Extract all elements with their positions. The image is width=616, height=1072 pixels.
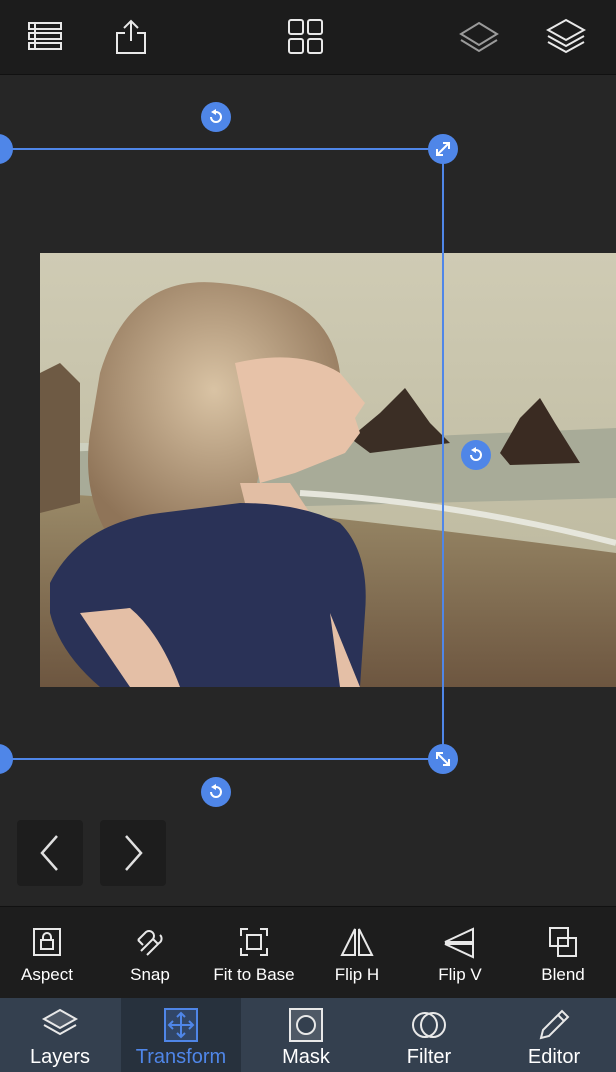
photo-layer[interactable] bbox=[40, 253, 616, 687]
snap-label: Snap bbox=[130, 965, 170, 984]
resize-handle-top-left[interactable] bbox=[0, 134, 13, 164]
magnet-icon bbox=[133, 925, 167, 959]
tab-filter[interactable]: Filter bbox=[369, 998, 489, 1072]
snap-button[interactable]: Snap bbox=[100, 907, 200, 999]
selection-right-edge bbox=[442, 149, 444, 759]
tab-mask[interactable]: Mask bbox=[246, 998, 366, 1072]
selection-bottom-edge bbox=[0, 758, 443, 760]
grid-icon[interactable] bbox=[286, 17, 326, 57]
flip-h-button[interactable]: Flip H bbox=[307, 907, 407, 999]
fit-to-base-button[interactable]: Fit to Base bbox=[204, 907, 304, 999]
flip-v-button[interactable]: Flip V bbox=[410, 907, 510, 999]
rotate-handle-right[interactable] bbox=[461, 440, 491, 470]
mask-icon bbox=[287, 1006, 325, 1044]
rotate-handle-bottom[interactable] bbox=[201, 777, 231, 807]
tab-layers-label: Layers bbox=[29, 1046, 91, 1068]
selection-top-edge bbox=[0, 148, 443, 150]
blend-label: Blend bbox=[541, 965, 585, 984]
bottom-tab-bar: Layers Transform Mask Filter Editor bbox=[0, 998, 616, 1072]
blend-button[interactable]: Blend bbox=[513, 907, 613, 999]
tab-editor[interactable]: Editor bbox=[494, 998, 614, 1072]
tab-transform[interactable]: Transform bbox=[121, 998, 241, 1072]
blend-icon bbox=[546, 925, 580, 959]
tab-filter-label: Filter bbox=[406, 1046, 452, 1068]
tab-layers[interactable]: Layers bbox=[0, 998, 120, 1072]
resize-handle-bottom-left[interactable] bbox=[0, 744, 13, 774]
chevron-right-icon bbox=[125, 835, 143, 871]
list-icon[interactable] bbox=[25, 17, 65, 57]
flip-horizontal-icon bbox=[340, 925, 374, 959]
layers-single-icon[interactable] bbox=[459, 17, 499, 57]
pencil-icon bbox=[535, 1006, 573, 1044]
resize-handle-bottom-right[interactable] bbox=[428, 744, 458, 774]
flip-vertical-icon bbox=[443, 925, 477, 959]
flip-h-label: Flip H bbox=[334, 965, 380, 984]
transform-icon bbox=[162, 1006, 200, 1044]
tab-editor-label: Editor bbox=[527, 1046, 581, 1068]
filter-icon bbox=[410, 1006, 448, 1044]
aspect-label: Aspect bbox=[21, 965, 73, 984]
lock-icon bbox=[30, 925, 64, 959]
layers-stack-icon[interactable] bbox=[546, 17, 586, 57]
top-bar bbox=[0, 0, 616, 75]
editing-canvas[interactable] bbox=[0, 75, 616, 905]
aspect-button[interactable]: Aspect bbox=[0, 907, 97, 999]
fit-frame-icon bbox=[237, 925, 271, 959]
transform-toolbar: Aspect Snap Fit to Base Flip H Flip V Bl… bbox=[0, 906, 616, 999]
rotate-handle-top[interactable] bbox=[201, 102, 231, 132]
chevron-left-icon bbox=[40, 835, 58, 871]
share-icon[interactable] bbox=[111, 17, 151, 57]
flip-v-label: Flip V bbox=[438, 965, 482, 984]
tab-mask-label: Mask bbox=[282, 1046, 330, 1068]
next-layer-button[interactable] bbox=[100, 820, 166, 886]
previous-layer-button[interactable] bbox=[17, 820, 83, 886]
layers-icon bbox=[41, 1006, 79, 1044]
tab-transform-label: Transform bbox=[135, 1046, 227, 1068]
resize-handle-top-right[interactable] bbox=[428, 134, 458, 164]
fit-to-base-label: Fit to Base bbox=[213, 965, 295, 984]
